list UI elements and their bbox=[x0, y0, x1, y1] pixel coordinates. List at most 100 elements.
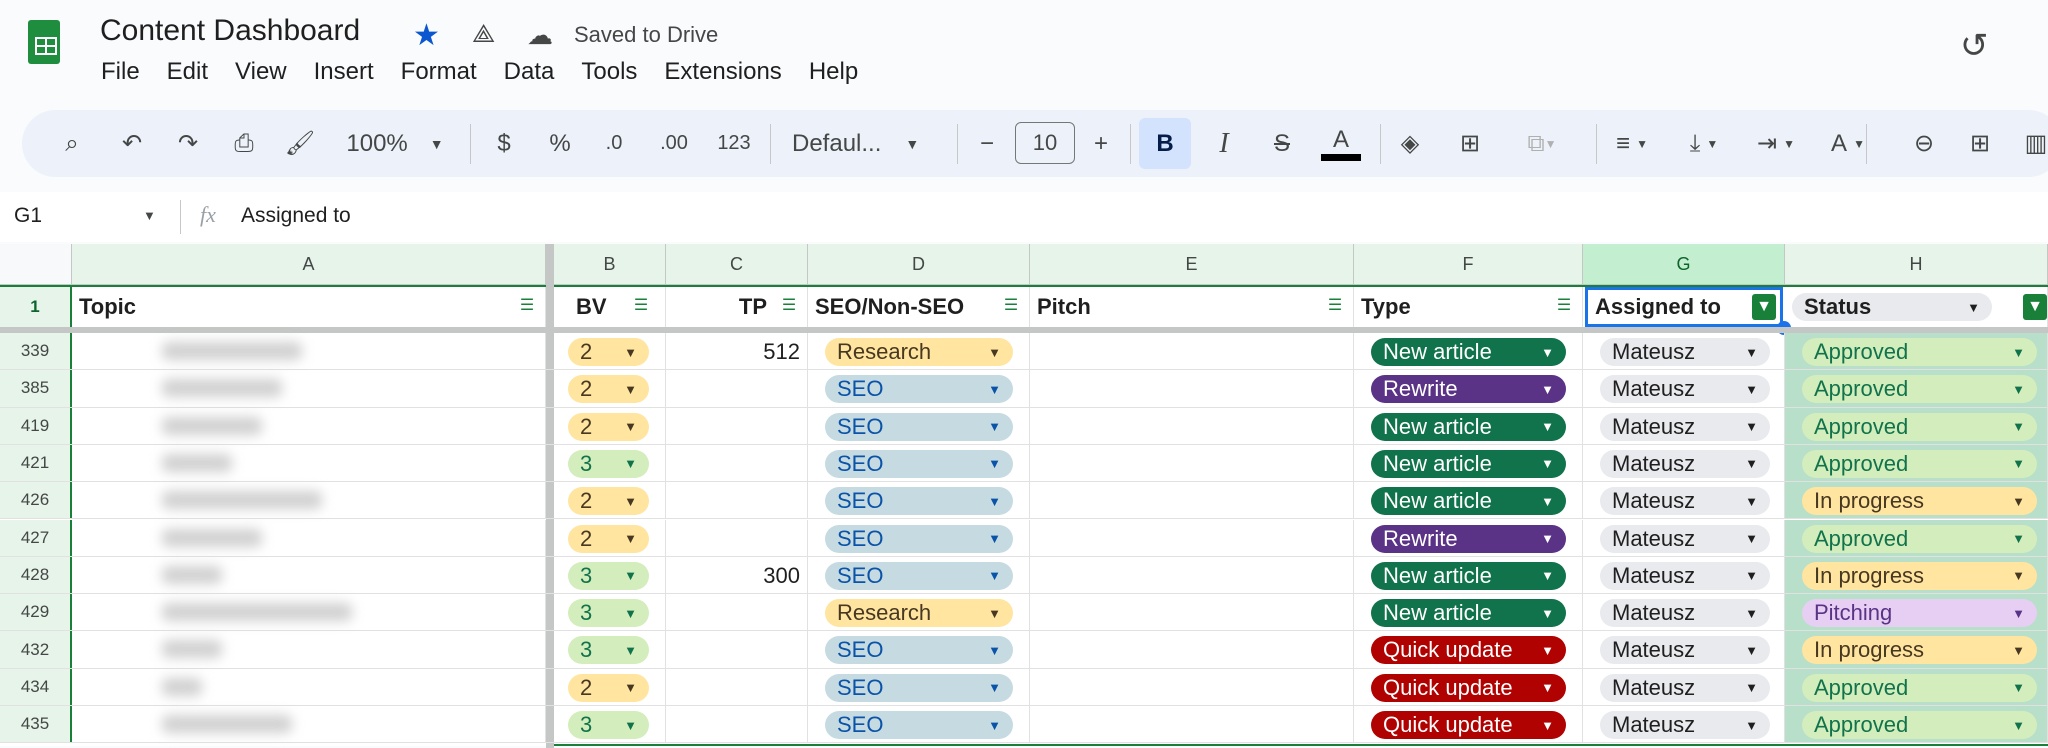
assigned-cell[interactable]: Mateusz ▼ bbox=[1583, 482, 1785, 519]
text-rotation-button[interactable]: A ▼ bbox=[1818, 110, 1878, 177]
assignee-chip[interactable]: Mateusz ▼ bbox=[1600, 561, 1770, 590]
row-number[interactable]: 435 bbox=[0, 706, 72, 743]
filter-icon[interactable]: ☰ bbox=[1554, 298, 1574, 314]
seo-chip[interactable]: SEO ▼ bbox=[825, 711, 1013, 739]
text-wrap-icon[interactable]: ⇥ ▼ bbox=[1746, 110, 1806, 177]
decrease-decimal-button[interactable]: .0 bbox=[596, 110, 632, 177]
assignee-chip[interactable]: Mateusz ▼ bbox=[1600, 449, 1770, 478]
header-type[interactable]: Type ☰ bbox=[1354, 287, 1583, 327]
assigned-cell[interactable]: Mateusz ▼ bbox=[1583, 668, 1785, 705]
type-cell[interactable]: New article ▼ bbox=[1354, 333, 1583, 370]
tp-cell[interactable] bbox=[666, 407, 808, 444]
topic-cell[interactable] bbox=[72, 370, 546, 407]
bv-cell[interactable]: 2 ▼ bbox=[554, 482, 666, 519]
header-bv[interactable]: BV ☰ bbox=[554, 287, 666, 327]
status-chip[interactable]: In progress ▼ bbox=[1802, 487, 2037, 516]
select-all-corner[interactable] bbox=[0, 244, 72, 285]
status-cell[interactable]: Pitching ▼ bbox=[1785, 594, 2048, 631]
percent-button[interactable]: % bbox=[542, 110, 578, 177]
type-cell[interactable]: Rewrite ▼ bbox=[1354, 519, 1583, 556]
assigned-cell[interactable]: Mateusz ▼ bbox=[1583, 370, 1785, 407]
filter-icon[interactable]: ☰ bbox=[631, 298, 651, 314]
row-number[interactable]: 339 bbox=[0, 333, 72, 370]
type-cell[interactable]: Rewrite ▼ bbox=[1354, 370, 1583, 407]
status-cell[interactable]: Approved ▼ bbox=[1785, 333, 2048, 370]
bv-chip[interactable]: 3 ▼ bbox=[568, 561, 649, 590]
tp-cell[interactable] bbox=[666, 631, 808, 668]
type-cell[interactable]: Quick update ▼ bbox=[1354, 631, 1583, 668]
row-number[interactable]: 428 bbox=[0, 556, 72, 594]
column-header-g[interactable]: G bbox=[1583, 244, 1785, 285]
type-cell[interactable]: New article ▼ bbox=[1354, 556, 1583, 594]
seo-cell[interactable]: SEO ▼ bbox=[808, 668, 1030, 705]
status-cell[interactable]: Approved ▼ bbox=[1785, 706, 2048, 743]
cloud-saved-icon[interactable]: ☁ bbox=[527, 20, 553, 51]
bv-chip[interactable]: 2 ▼ bbox=[568, 412, 649, 441]
history-icon[interactable]: ↺ bbox=[1960, 26, 1989, 66]
freeze-divider[interactable] bbox=[546, 244, 554, 285]
status-chip[interactable]: Pitching ▼ bbox=[1802, 599, 2037, 628]
bv-chip[interactable]: 2 ▼ bbox=[568, 673, 649, 702]
seo-chip[interactable]: SEO ▼ bbox=[825, 561, 1013, 590]
tp-cell[interactable]: 512 bbox=[666, 333, 808, 370]
topic-cell[interactable] bbox=[72, 594, 546, 631]
font-size-input[interactable]: 10 bbox=[1015, 122, 1075, 164]
status-chip[interactable]: In progress ▼ bbox=[1802, 561, 2037, 590]
bv-cell[interactable]: 2 ▼ bbox=[554, 333, 666, 370]
status-header-chip[interactable]: Status ▼ bbox=[1792, 293, 1992, 321]
bv-chip[interactable]: 2 ▼ bbox=[568, 487, 649, 516]
seo-cell[interactable]: SEO ▼ bbox=[808, 556, 1030, 594]
search-icon[interactable]: ⌕ bbox=[54, 110, 90, 177]
type-chip[interactable]: New article ▼ bbox=[1371, 412, 1566, 441]
type-cell[interactable]: Quick update ▼ bbox=[1354, 706, 1583, 743]
row-number[interactable]: 434 bbox=[0, 668, 72, 705]
column-header-h[interactable]: H bbox=[1785, 244, 2048, 285]
assignee-chip[interactable]: Mateusz ▼ bbox=[1600, 375, 1770, 404]
pitch-cell[interactable] bbox=[1030, 407, 1354, 444]
pitch-cell[interactable] bbox=[1030, 519, 1354, 556]
tp-cell[interactable]: 300 bbox=[666, 556, 808, 594]
status-chip[interactable]: In progress ▼ bbox=[1802, 636, 2037, 665]
bv-chip[interactable]: 3 ▼ bbox=[568, 449, 649, 478]
tp-cell[interactable] bbox=[666, 594, 808, 631]
insert-comment-icon[interactable]: ⊞ bbox=[1962, 110, 1998, 177]
assigned-cell[interactable]: Mateusz ▼ bbox=[1583, 333, 1785, 370]
seo-cell[interactable]: SEO ▼ bbox=[808, 482, 1030, 519]
status-cell[interactable]: Approved ▼ bbox=[1785, 444, 2048, 482]
bv-cell[interactable]: 2 ▼ bbox=[554, 370, 666, 407]
seo-chip[interactable]: SEO ▼ bbox=[825, 524, 1013, 553]
strikethrough-icon[interactable]: S bbox=[1264, 110, 1300, 177]
pitch-cell[interactable] bbox=[1030, 444, 1354, 482]
menu-edit[interactable]: Edit bbox=[167, 58, 208, 86]
fill-color-icon[interactable]: ◈ bbox=[1392, 110, 1428, 177]
type-cell[interactable]: New article ▼ bbox=[1354, 482, 1583, 519]
bv-chip[interactable]: 3 ▼ bbox=[568, 636, 649, 665]
seo-chip[interactable]: SEO ▼ bbox=[825, 412, 1013, 441]
currency-button[interactable]: $ bbox=[486, 110, 522, 177]
filter-active-icon[interactable]: ▼ bbox=[1752, 294, 1776, 320]
type-chip[interactable]: Quick update ▼ bbox=[1371, 711, 1566, 739]
status-cell[interactable]: In progress ▼ bbox=[1785, 631, 2048, 668]
status-cell[interactable]: Approved ▼ bbox=[1785, 668, 2048, 705]
topic-cell[interactable] bbox=[72, 631, 546, 668]
tp-cell[interactable] bbox=[666, 706, 808, 743]
bv-chip[interactable]: 3 ▼ bbox=[568, 711, 649, 739]
type-chip[interactable]: New article ▼ bbox=[1371, 599, 1566, 628]
bv-chip[interactable]: 2 ▼ bbox=[568, 338, 649, 366]
tp-cell[interactable] bbox=[666, 482, 808, 519]
type-chip[interactable]: Rewrite ▼ bbox=[1371, 375, 1566, 404]
topic-cell[interactable] bbox=[72, 407, 546, 444]
assigned-cell[interactable]: Mateusz ▼ bbox=[1583, 444, 1785, 482]
zoom-select[interactable]: 100% ▼ bbox=[340, 110, 450, 177]
move-to-drive-icon[interactable]: ⟁ bbox=[472, 18, 495, 50]
status-cell[interactable]: In progress ▼ bbox=[1785, 556, 2048, 594]
menu-data[interactable]: Data bbox=[504, 58, 555, 86]
row-number[interactable]: 427 bbox=[0, 519, 72, 556]
status-cell[interactable]: Approved ▼ bbox=[1785, 370, 2048, 407]
bv-cell[interactable]: 3 ▼ bbox=[554, 706, 666, 743]
status-chip[interactable]: Approved ▼ bbox=[1802, 524, 2037, 553]
borders-icon[interactable]: ⊞ bbox=[1452, 110, 1488, 177]
seo-cell[interactable]: SEO ▼ bbox=[808, 407, 1030, 444]
menu-format[interactable]: Format bbox=[401, 58, 477, 86]
assignee-chip[interactable]: Mateusz ▼ bbox=[1600, 487, 1770, 516]
